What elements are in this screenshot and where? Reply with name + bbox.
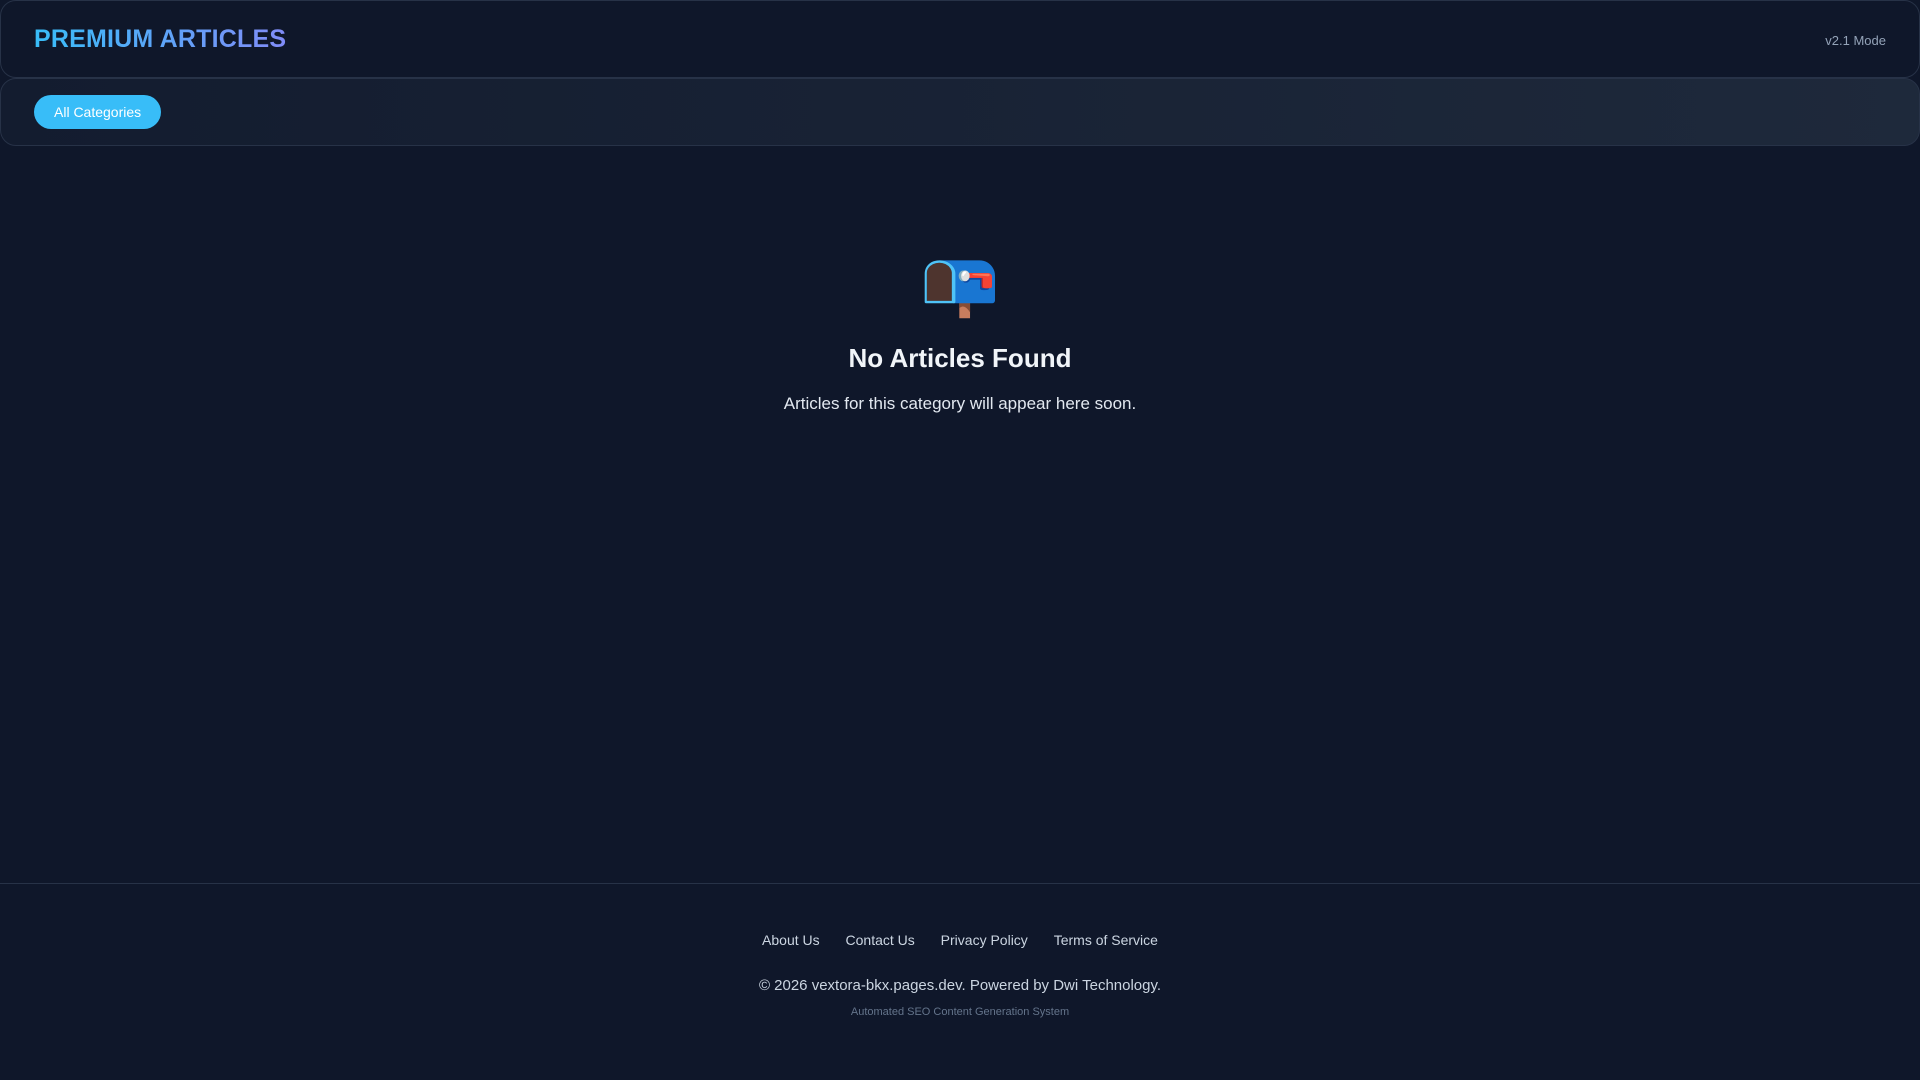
- footer-link-contact[interactable]: Contact Us: [846, 932, 915, 948]
- footer-link-privacy[interactable]: Privacy Policy: [941, 932, 1028, 948]
- empty-state-title: No Articles Found: [848, 343, 1072, 373]
- tagline: Automated SEO Content Generation System: [850, 1006, 1070, 1018]
- copyright: © 2026 vextora-bkx.pages.dev. Powered by…: [758, 977, 1162, 994]
- empty-state: 📭 No Articles Found Articles for this ca…: [0, 245, 1920, 414]
- footer-links: About Us Contact Us Privacy Policy Terms…: [0, 932, 1920, 948]
- site-header: PREMIUM ARTICLES v2.1 Mode: [0, 0, 1920, 78]
- site-footer: About Us Contact Us Privacy Policy Terms…: [0, 883, 1920, 1080]
- footer-link-about[interactable]: About Us: [762, 932, 820, 948]
- empty-state-message: Articles for this category will appear h…: [783, 394, 1137, 413]
- site-logo[interactable]: PREMIUM ARTICLES: [34, 25, 286, 54]
- footer-link-terms[interactable]: Terms of Service: [1054, 932, 1158, 948]
- version-label: v2.1 Mode: [1825, 33, 1886, 48]
- mailbox-icon: 📭: [920, 247, 1000, 319]
- category-all-button[interactable]: All Categories: [34, 95, 162, 129]
- category-nav: All Categories: [0, 78, 1920, 146]
